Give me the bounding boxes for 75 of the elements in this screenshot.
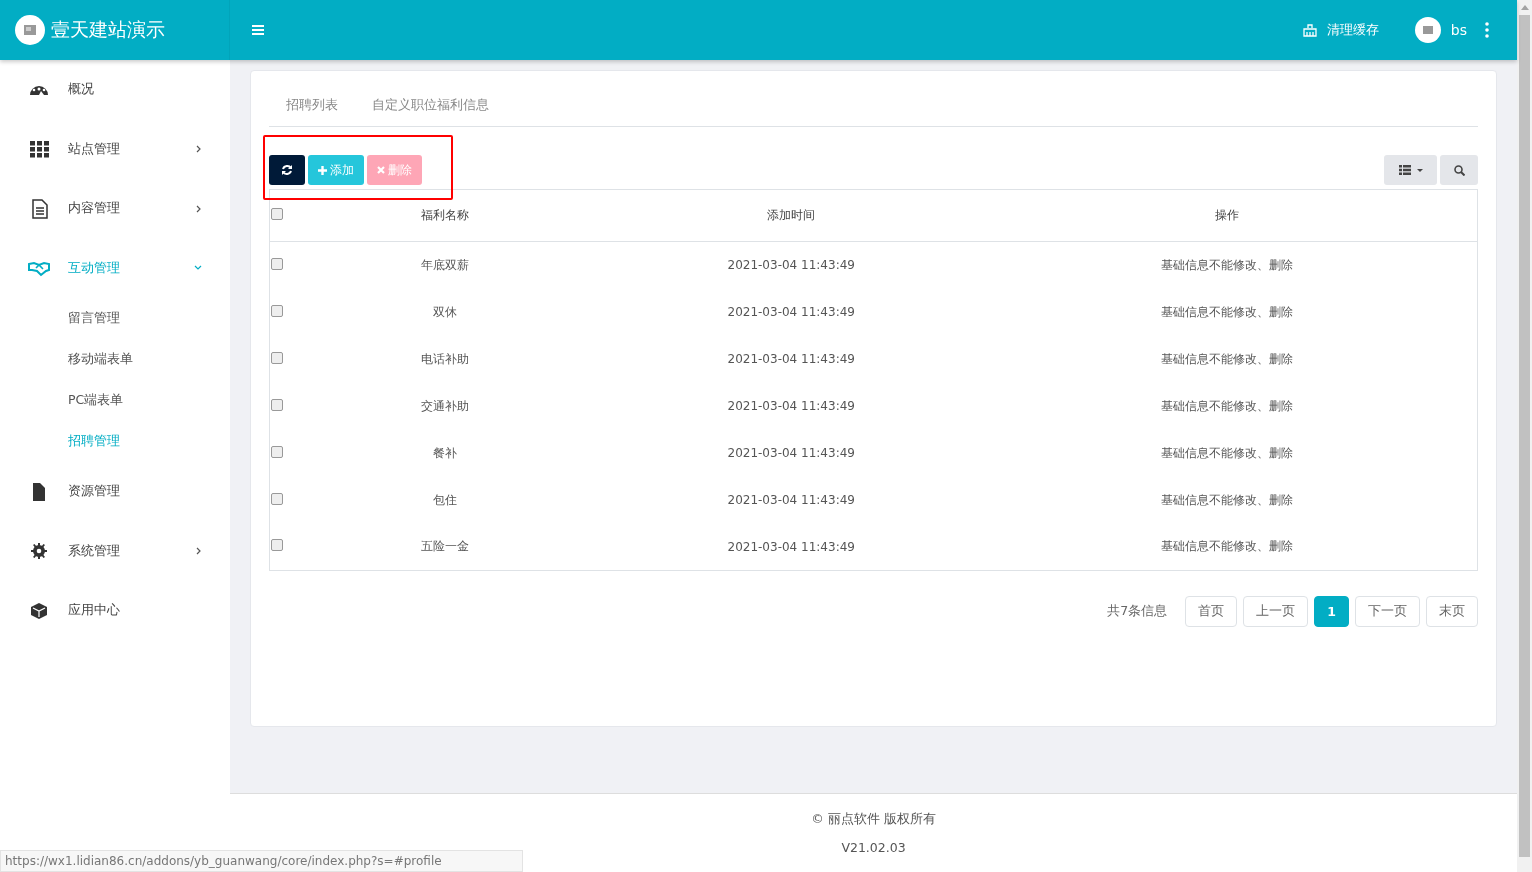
search-button[interactable]	[1440, 155, 1478, 185]
chevron-right-icon	[196, 145, 202, 154]
caret-icon	[1416, 168, 1423, 172]
table-cell-text: 2021-03-04 11:43:49	[726, 492, 856, 509]
checkbox[interactable]	[271, 539, 283, 552]
checkbox[interactable]	[271, 398, 283, 411]
tab[interactable]: 自定义职位福利信息	[355, 91, 506, 126]
refresh-icon	[281, 164, 293, 176]
chevron-right-icon	[196, 547, 202, 556]
page-button[interactable]: 下一页	[1355, 596, 1420, 627]
refresh-button[interactable]	[269, 155, 305, 185]
table-cell: 五险一金	[284, 523, 607, 571]
table-cell: 年底双薪	[284, 241, 607, 289]
record-count: 共7条信息	[1107, 603, 1168, 620]
search-icon	[1453, 164, 1465, 176]
columns-button[interactable]	[1384, 155, 1437, 185]
column-header: 福利名称	[284, 189, 607, 242]
sidebar-item[interactable]: 系统管理	[0, 521, 230, 581]
scrollbar-thumb[interactable]	[1519, 15, 1530, 857]
table-cell: 基础信息不能修改、删除	[976, 476, 1478, 524]
sidebar-item[interactable]: 内容管理	[0, 179, 230, 239]
column-header: 添加时间	[606, 189, 977, 242]
image-icon	[1422, 26, 1433, 34]
copyright-text: © 丽点软件 版权所有	[811, 811, 936, 828]
checkbox[interactable]	[271, 492, 283, 505]
table-cell-text: 2021-03-04 11:43:49	[726, 304, 856, 321]
sidebar-item[interactable]: 概况	[0, 60, 230, 120]
basket-icon	[1302, 23, 1317, 37]
checkbox[interactable]	[271, 351, 283, 364]
list-icon	[1398, 165, 1411, 175]
checkbox[interactable]	[271, 208, 283, 220]
table-cell: 基础信息不能修改、删除	[976, 523, 1478, 571]
more-icon[interactable]	[1485, 22, 1489, 38]
checkbox[interactable]	[271, 445, 283, 458]
table-cell-text: 2021-03-04 11:43:49	[726, 351, 856, 368]
page-button[interactable]: 上一页	[1243, 596, 1309, 627]
table-cell: 基础信息不能修改、删除	[976, 241, 1478, 289]
table-cell: 2021-03-04 11:43:49	[606, 523, 977, 571]
table-cell-text: 2021-03-04 11:43:49	[726, 445, 856, 462]
table-cell: 2021-03-04 11:43:49	[606, 241, 977, 289]
image-icon	[24, 25, 36, 35]
table-cell: 基础信息不能修改、删除	[976, 382, 1478, 430]
gear-icon	[28, 541, 50, 562]
sidebar-item[interactable]: 资源管理	[0, 462, 230, 522]
table-cell: 基础信息不能修改、删除	[976, 335, 1478, 383]
page-button[interactable]: 首页	[1185, 596, 1238, 627]
page-button[interactable]: 末页	[1426, 596, 1478, 627]
tab[interactable]: 招聘列表	[269, 91, 355, 126]
table-cell-text: 交通补助	[420, 397, 471, 415]
status-bar-url: https://wx1.lidian86.cn/addons/yb_guanwang/core/index.php?s=#profile	[0, 850, 523, 872]
sidebar-subitem[interactable]: 留言管理	[0, 298, 230, 339]
table-cell-text: 餐补	[432, 444, 459, 462]
sidebar-item[interactable]: 站点管理	[0, 119, 230, 179]
cube-icon	[28, 600, 50, 621]
plus-icon	[318, 165, 327, 175]
table-cell-text: 包住	[432, 491, 459, 509]
sidebar-item[interactable]: 应用中心	[0, 581, 230, 641]
chevron-right-icon	[196, 204, 202, 213]
menu-icon	[252, 25, 264, 35]
sidebar-subitem[interactable]: PC端表单	[0, 380, 230, 421]
table-cell: 基础信息不能修改、删除	[976, 429, 1478, 477]
table-cell: 基础信息不能修改、删除	[976, 288, 1478, 336]
x-icon	[377, 166, 385, 174]
grid-icon	[28, 139, 50, 160]
table-cell-text: 电话补助	[420, 350, 471, 368]
sidebar-subitem[interactable]: 移动端表单	[0, 339, 230, 380]
checkbox[interactable]	[271, 304, 283, 317]
table-cell-text: 双休	[432, 303, 459, 321]
column-header: 操作	[976, 189, 1478, 242]
checkbox[interactable]	[271, 257, 283, 270]
avatar[interactable]	[1414, 17, 1441, 43]
version-text: V21.02.03	[841, 840, 906, 855]
table-cell-text: 2021-03-04 11:43:49	[726, 398, 856, 415]
site-title: 壹天建站演示	[51, 17, 165, 42]
chevron-down-icon	[194, 265, 202, 272]
